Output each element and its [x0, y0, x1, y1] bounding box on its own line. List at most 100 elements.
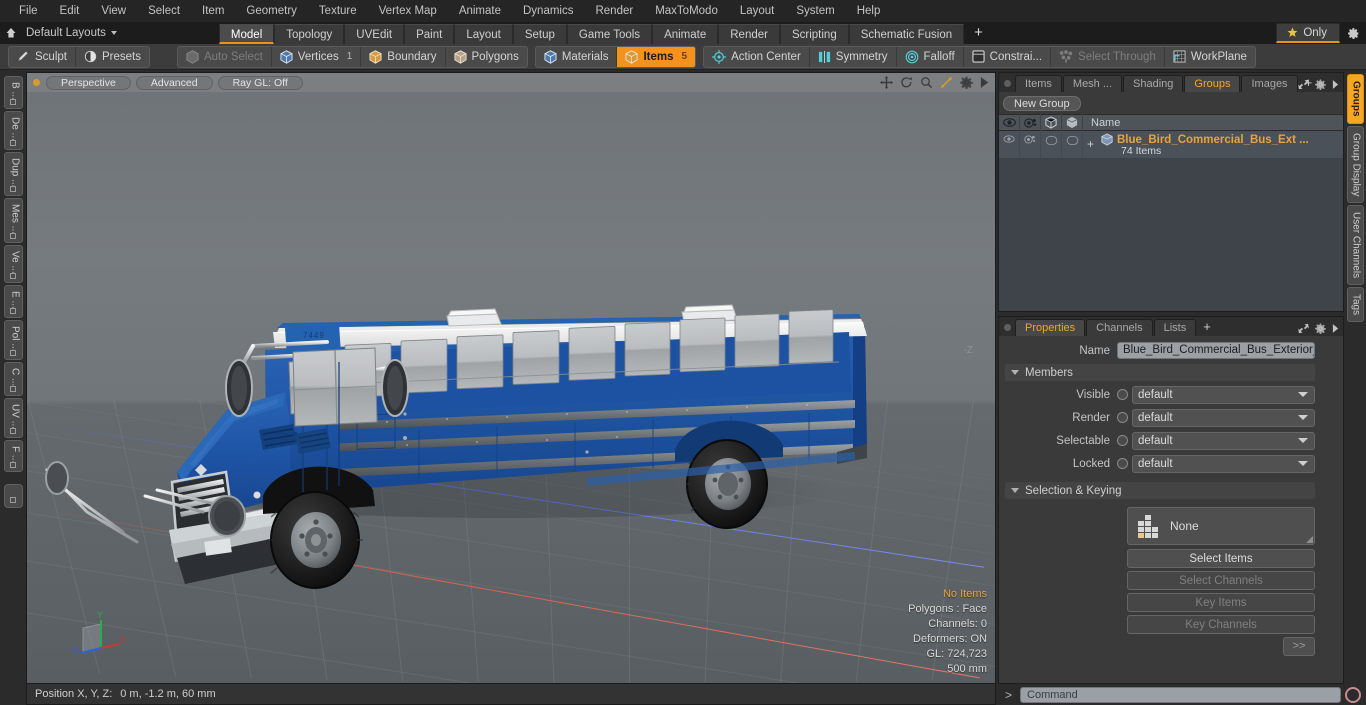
layout-tab-animate[interactable]: Animate: [652, 24, 719, 44]
groups-tab-images[interactable]: Images: [1241, 75, 1298, 92]
viewport-shading-pill[interactable]: Advanced: [135, 75, 213, 90]
member-toggle-circle[interactable]: [1117, 389, 1128, 400]
settings-gear-icon[interactable]: [1340, 22, 1366, 44]
row-render-icon[interactable]: [1020, 131, 1041, 158]
menu-item-maxtomodo[interactable]: MaxToModo: [644, 0, 729, 22]
viewport-projection-pill[interactable]: Perspective: [46, 75, 131, 90]
home-icon[interactable]: [0, 22, 22, 44]
fit-icon[interactable]: [940, 76, 953, 89]
toolbar-button-items[interactable]: Items 5: [617, 46, 696, 67]
selection-set-dropdown[interactable]: None: [1127, 507, 1315, 545]
bus-model[interactable]: 7449: [27, 92, 995, 683]
row-visible-icon[interactable]: [999, 131, 1020, 158]
viewport-menu-dot-icon[interactable]: [33, 79, 40, 86]
layout-tab-game-tools[interactable]: Game Tools: [566, 24, 653, 44]
left-tab-8[interactable]: UV ...: [3, 397, 23, 438]
toolbar-button-sculpt[interactable]: Sculpt: [9, 46, 76, 67]
layout-tab-model[interactable]: Model: [218, 24, 275, 44]
panel-gear-icon[interactable]: [1315, 79, 1326, 90]
menu-item-animate[interactable]: Animate: [448, 0, 512, 22]
layout-tab-scripting[interactable]: Scripting: [779, 24, 849, 44]
play-icon[interactable]: [980, 77, 989, 88]
toolbar-button-action-center[interactable]: Action Center: [704, 46, 810, 67]
member-toggle-circle[interactable]: [1117, 412, 1128, 423]
toolbar-button-boundary[interactable]: Boundary: [361, 46, 446, 67]
locked-cube-icon[interactable]: [1062, 114, 1083, 131]
forward-button[interactable]: >>: [1283, 637, 1315, 656]
panel-menu-dot-icon[interactable]: [1004, 80, 1011, 87]
left-tab-0[interactable]: B ...: [3, 76, 23, 109]
only-button[interactable]: Only: [1276, 23, 1340, 43]
add-properties-tab-button[interactable]: +: [1197, 319, 1217, 336]
layout-tab-uvedit[interactable]: UVEdit: [344, 24, 405, 44]
left-tab-3[interactable]: Mes ...: [3, 198, 23, 244]
left-strip-knob[interactable]: [3, 483, 23, 508]
maximize-icon-2[interactable]: [1298, 323, 1309, 334]
member-dropdown-selectable[interactable]: default: [1132, 431, 1315, 450]
toolbar-button-materials[interactable]: Materials: [536, 46, 618, 67]
selection-keying-section-header[interactable]: Selection & Keying: [1005, 482, 1315, 499]
right-tab-groups[interactable]: Groups: [1346, 74, 1364, 124]
toolbar-button-presets[interactable]: Presets: [76, 47, 149, 67]
properties-tab-lists[interactable]: Lists: [1153, 319, 1197, 336]
selectable-cube-icon[interactable]: [1041, 114, 1062, 131]
member-dropdown-render[interactable]: default: [1132, 408, 1315, 427]
layout-tab-topology[interactable]: Topology: [274, 24, 345, 44]
move-icon[interactable]: [880, 76, 893, 89]
menu-item-file[interactable]: File: [8, 0, 49, 22]
right-tab-group-display[interactable]: Group Display: [1346, 125, 1364, 203]
viewport-canvas[interactable]: -Z 7449 No Items Polygons: Face Channel…: [27, 92, 995, 683]
toolbar-button-auto-select[interactable]: Auto Select: [178, 46, 272, 67]
properties-expand-arrow-icon[interactable]: [1332, 324, 1339, 333]
menu-item-view[interactable]: View: [90, 0, 137, 22]
menu-item-layout[interactable]: Layout: [729, 0, 786, 22]
left-tab-6[interactable]: Pol ...: [3, 319, 23, 361]
name-field[interactable]: Blue_Bird_Commercial_Bus_Exterior_C: [1117, 342, 1315, 359]
magnify-icon[interactable]: [920, 76, 933, 89]
layout-tab-setup[interactable]: Setup: [512, 24, 567, 44]
layout-tab-paint[interactable]: Paint: [404, 24, 455, 44]
toolbar-button-vertices[interactable]: Vertices 1: [272, 46, 362, 67]
menu-item-render[interactable]: Render: [584, 0, 644, 22]
groups-tab-shading[interactable]: Shading: [1123, 75, 1184, 92]
toolbar-button-falloff[interactable]: Falloff: [897, 46, 964, 67]
menu-item-dynamics[interactable]: Dynamics: [512, 0, 584, 22]
members-section-header[interactable]: Members: [1005, 364, 1315, 381]
layout-selector[interactable]: Default Layouts: [22, 27, 117, 39]
command-record-icon[interactable]: [1345, 686, 1361, 703]
layout-tab-render[interactable]: Render: [718, 24, 780, 44]
visible-eye-icon[interactable]: [999, 114, 1020, 131]
groups-list-body[interactable]: + Blue_Bird_Commercial_Bus_Ext ... 74 It…: [999, 131, 1343, 311]
viewport-gear-icon[interactable]: [960, 76, 973, 89]
menu-item-system[interactable]: System: [785, 0, 845, 22]
menu-item-item[interactable]: Item: [191, 0, 235, 22]
left-tab-9[interactable]: F ...: [3, 439, 23, 472]
menu-item-help[interactable]: Help: [846, 0, 892, 22]
groups-tab-items[interactable]: Items: [1015, 75, 1062, 92]
menu-item-edit[interactable]: Edit: [49, 0, 91, 22]
right-tab-user-channels[interactable]: User Channels: [1346, 204, 1364, 286]
menu-item-geometry[interactable]: Geometry: [235, 0, 308, 22]
left-tab-4[interactable]: Ve ...: [3, 245, 23, 283]
toolbar-button-symmetry[interactable]: Symmetry: [810, 46, 897, 67]
row-locked-toggle[interactable]: [1062, 131, 1083, 158]
menu-item-select[interactable]: Select: [137, 0, 191, 22]
render-icon[interactable]: [1020, 114, 1041, 131]
member-dropdown-locked[interactable]: default: [1132, 454, 1315, 473]
toolbar-button-constrai[interactable]: Constrai...: [964, 46, 1052, 67]
member-dropdown-visible[interactable]: default: [1132, 385, 1315, 404]
groups-tab-groups[interactable]: Groups: [1184, 75, 1241, 92]
left-tab-1[interactable]: De ...: [3, 110, 23, 150]
row-selectable-toggle[interactable]: [1041, 131, 1062, 158]
menu-item-texture[interactable]: Texture: [308, 0, 368, 22]
row-expander[interactable]: +: [1087, 137, 1094, 151]
button-select-items[interactable]: Select Items: [1127, 549, 1315, 568]
left-tab-2[interactable]: Dup ...: [3, 151, 23, 197]
new-group-button[interactable]: New Group: [1003, 96, 1081, 111]
properties-tab-properties[interactable]: Properties: [1015, 319, 1086, 336]
menu-item-vertex-map[interactable]: Vertex Map: [368, 0, 448, 22]
left-tab-7[interactable]: C ...: [3, 362, 23, 396]
left-tab-5[interactable]: E ...: [3, 284, 23, 318]
add-layout-tab-button[interactable]: +: [964, 24, 993, 44]
panel-expand-arrow-icon[interactable]: [1332, 80, 1339, 89]
